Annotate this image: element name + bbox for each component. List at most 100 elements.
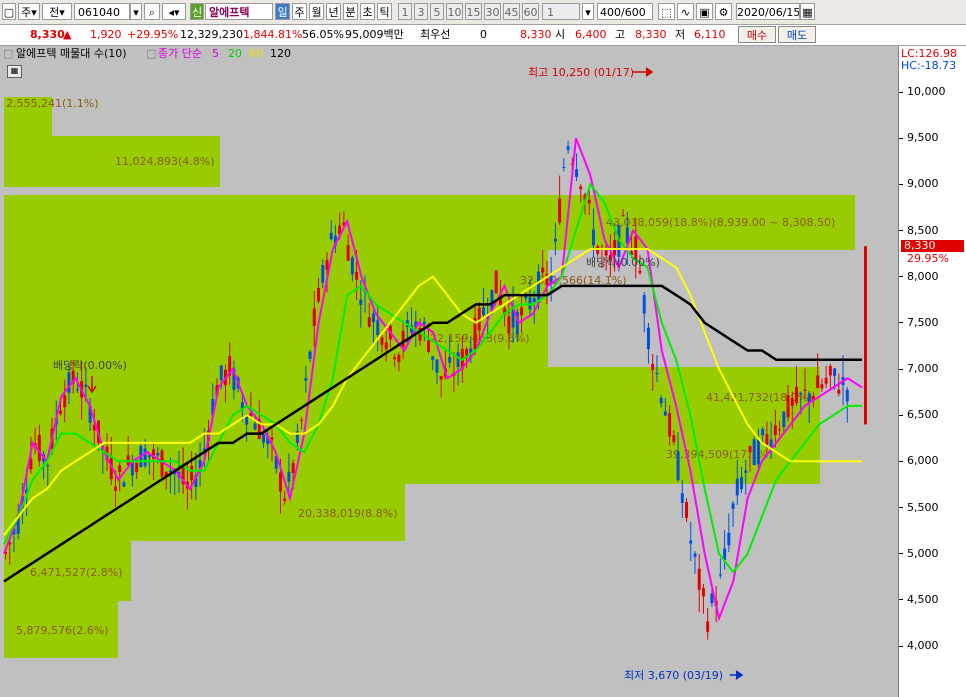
low-price: 6,110 bbox=[694, 28, 726, 41]
candle-body bbox=[300, 419, 304, 421]
candle-body bbox=[376, 320, 380, 335]
legend-ma60: 60 bbox=[249, 47, 263, 60]
price-change: 1,920 bbox=[90, 28, 122, 41]
candle-body bbox=[579, 186, 583, 190]
sell-button[interactable]: 매도 bbox=[778, 26, 816, 43]
speaker-icon[interactable]: ◂▾ bbox=[162, 3, 186, 20]
period-minute-tab[interactable]: 분 bbox=[343, 3, 358, 20]
new-badge: 신 bbox=[190, 3, 204, 20]
interval-15-button[interactable]: 15 bbox=[465, 3, 482, 20]
candle-body bbox=[680, 493, 684, 504]
candle-body bbox=[367, 317, 371, 327]
candle-body bbox=[219, 365, 223, 381]
candle-body bbox=[312, 308, 316, 327]
candle-body bbox=[384, 342, 388, 349]
interval-60-button[interactable]: 60 bbox=[522, 3, 539, 20]
dividend-annotation-2: 배당락(0.00%) bbox=[586, 256, 660, 269]
candle-body bbox=[795, 386, 799, 404]
gear-icon[interactable]: ⚙ bbox=[715, 3, 732, 20]
candle-body bbox=[697, 568, 701, 590]
window-menu-icon[interactable]: ▢ bbox=[2, 3, 16, 20]
candle-body bbox=[84, 384, 88, 387]
candle-body bbox=[820, 384, 824, 389]
period-day-tab[interactable]: 일 bbox=[275, 3, 290, 20]
candle-body bbox=[536, 271, 540, 303]
candle-body bbox=[520, 307, 524, 316]
search-icon[interactable]: ⌕ bbox=[144, 3, 160, 20]
buy-button[interactable]: 매수 bbox=[738, 26, 776, 43]
candle-body bbox=[659, 397, 663, 404]
candle-body bbox=[701, 588, 705, 597]
interval-45-button[interactable]: 45 bbox=[503, 3, 520, 20]
candle-body bbox=[575, 169, 579, 177]
volume-profile-label: 6,471,527(2.8%) bbox=[30, 566, 123, 579]
chart-area[interactable]: 2,555,241(1.1%) 11,024,893(4.8%) 43,018,05… bbox=[0, 46, 966, 697]
price-tick-label: 4,500 bbox=[899, 593, 939, 606]
legend-ma20: 20 bbox=[228, 47, 242, 60]
calendar-icon[interactable]: ▦ bbox=[800, 3, 815, 20]
candle-body bbox=[676, 451, 680, 481]
dividend-annotation-1: 배당락(0.00%) bbox=[53, 359, 127, 372]
candle-body bbox=[143, 448, 147, 466]
candle-body bbox=[528, 297, 532, 310]
legend-ma120: 120 bbox=[270, 47, 291, 60]
candle-body bbox=[756, 439, 760, 465]
best-price: 8,330 bbox=[520, 28, 552, 41]
period-second-tab[interactable]: 초 bbox=[360, 3, 375, 20]
period-tick-tab[interactable]: 틱 bbox=[377, 3, 392, 20]
date-input[interactable]: 2020/06/15 bbox=[736, 3, 800, 20]
low-annotation: 최저 3,670 (03/19) bbox=[624, 669, 723, 682]
stock-name-field[interactable]: 알에프텍 bbox=[205, 3, 273, 20]
candle-body bbox=[524, 296, 528, 299]
turnover-rate: 56.05% bbox=[302, 28, 344, 41]
interval-1-button[interactable]: 1 bbox=[398, 3, 412, 20]
candle-body bbox=[456, 352, 460, 367]
period-month-tab[interactable]: 월 bbox=[309, 3, 324, 20]
candle-body bbox=[613, 239, 617, 256]
candle-body bbox=[828, 365, 832, 376]
candle-body bbox=[190, 465, 194, 481]
interval-30-button[interactable]: 30 bbox=[484, 3, 501, 20]
interval-3-button[interactable]: 3 bbox=[414, 3, 428, 20]
range-value: 400 bbox=[600, 6, 621, 19]
candle-body bbox=[63, 395, 67, 408]
price-tick-label: 10,000 bbox=[899, 85, 946, 98]
change-percent: +29.95% bbox=[127, 28, 179, 41]
draw-tool-icon[interactable]: ∿ bbox=[677, 3, 694, 20]
period-week-tab[interactable]: 주 bbox=[292, 3, 307, 20]
volume-profile-label: 11,024,893(4.8%) bbox=[115, 155, 215, 168]
candle-body bbox=[685, 502, 689, 518]
hc-label: HC:-18.73 bbox=[901, 59, 957, 72]
candle-body bbox=[735, 478, 739, 496]
candle-body bbox=[156, 452, 160, 456]
price-tick-label: 9,500 bbox=[899, 131, 939, 144]
candle-body bbox=[553, 238, 557, 242]
mode-prev-select[interactable]: 전▾ bbox=[42, 3, 72, 20]
candle-body bbox=[790, 397, 794, 406]
volume-value: 12,329,230 bbox=[180, 28, 243, 41]
candle-body bbox=[431, 356, 435, 360]
candle-body bbox=[321, 264, 325, 283]
candle-body bbox=[642, 295, 646, 314]
grid-toggle-icon[interactable]: ▦ bbox=[7, 65, 22, 78]
candle-body bbox=[304, 377, 308, 381]
interval-10-button[interactable]: 10 bbox=[446, 3, 463, 20]
mode-main-select[interactable]: 주▾ bbox=[18, 3, 40, 20]
price-chart[interactable]: 2,555,241(1.1%) 11,024,893(4.8%) 43,018,05… bbox=[0, 46, 898, 697]
candle-body bbox=[646, 327, 650, 350]
candle-body bbox=[46, 465, 50, 467]
zoom-icon[interactable]: ⬚ bbox=[658, 3, 675, 20]
count-input[interactable]: 1 bbox=[542, 3, 580, 20]
candle-body bbox=[541, 267, 545, 273]
interval-5-button[interactable]: 5 bbox=[430, 3, 444, 20]
candle-body bbox=[744, 470, 748, 473]
range-field[interactable]: 400/600 bbox=[597, 3, 653, 20]
stock-code-input[interactable]: 061040 bbox=[74, 3, 130, 20]
code-dropdown-icon[interactable]: ▾ bbox=[130, 3, 142, 20]
save-icon[interactable]: ▣ bbox=[696, 3, 713, 20]
period-year-tab[interactable]: 년 bbox=[326, 3, 341, 20]
legend-ma5: 5 bbox=[212, 47, 219, 60]
count-dropdown-icon[interactable]: ▾ bbox=[582, 3, 594, 20]
candle-body bbox=[765, 433, 769, 445]
candle-body bbox=[380, 337, 384, 345]
